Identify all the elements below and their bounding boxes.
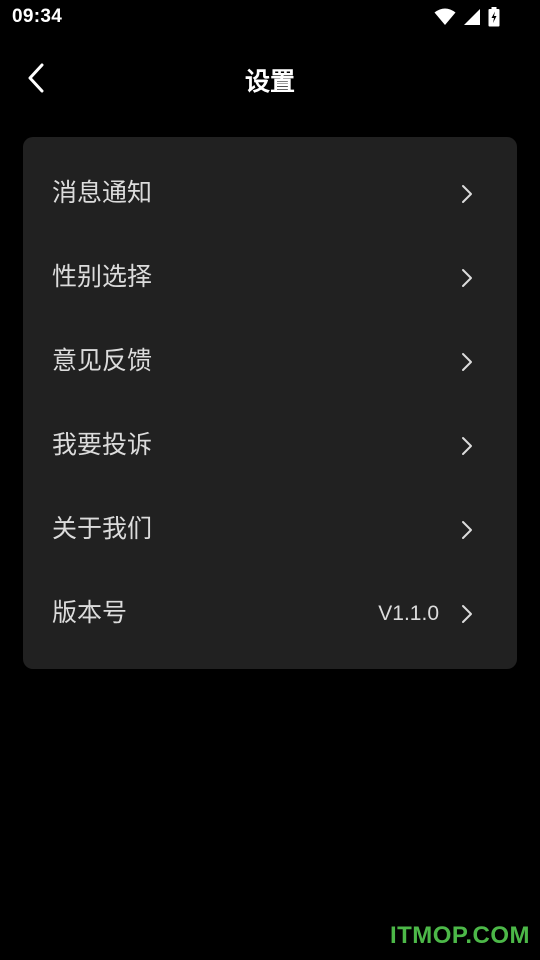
settings-item-complaint[interactable]: 我要投诉 [23, 403, 517, 487]
item-label: 意见反馈 [52, 346, 153, 375]
settings-item-version[interactable]: 版本号 V1.1.0 [23, 571, 517, 655]
signal-icon [463, 8, 481, 26]
status-bar: 09:34 [0, 0, 540, 36]
chevron-right-icon [462, 269, 472, 287]
settings-screen: 09:34 设置 消息通知 性别选择 意见反馈 我要投诉 关于我们 版本号 V1… [0, 0, 540, 960]
chevron-right-icon [462, 353, 472, 371]
settings-list: 消息通知 性别选择 意见反馈 我要投诉 关于我们 版本号 V1.1.0 [23, 137, 517, 669]
item-label: 消息通知 [52, 178, 153, 207]
version-value: V1.1.0 [378, 602, 439, 625]
item-label: 我要投诉 [52, 430, 153, 459]
watermark: ITMOP.COM [389, 922, 530, 949]
chevron-right-icon [462, 605, 472, 623]
item-label: 版本号 [52, 598, 128, 627]
chevron-right-icon [462, 185, 472, 203]
settings-item-about[interactable]: 关于我们 [23, 487, 517, 571]
battery-charging-icon [488, 7, 500, 27]
status-icons [434, 7, 500, 27]
chevron-right-icon [462, 437, 472, 455]
status-time: 09:34 [12, 6, 63, 27]
settings-item-feedback[interactable]: 意见反馈 [23, 319, 517, 403]
settings-item-notifications[interactable]: 消息通知 [23, 151, 517, 235]
settings-item-gender[interactable]: 性别选择 [23, 235, 517, 319]
title-bar: 设置 [0, 44, 540, 112]
chevron-right-icon [462, 521, 472, 539]
item-label: 关于我们 [52, 514, 153, 543]
item-label: 性别选择 [52, 262, 153, 291]
page-title: 设置 [244, 67, 295, 96]
wifi-icon [434, 8, 456, 26]
